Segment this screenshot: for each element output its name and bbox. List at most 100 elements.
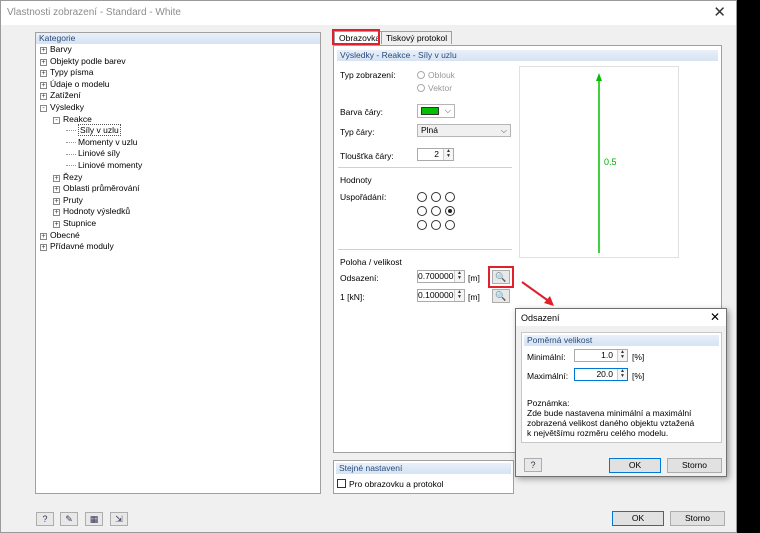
radio-vektor[interactable] xyxy=(417,84,425,92)
dialog-help-button[interactable]: ? xyxy=(524,458,542,472)
tree-item[interactable]: + Zatížení xyxy=(40,90,81,101)
spinner-icon[interactable]: ▲ ▼ xyxy=(617,369,627,380)
tree-item-label: Objekty podle barev xyxy=(50,55,126,66)
arrangement-radio[interactable] xyxy=(445,206,455,216)
defaults-button[interactable]: ▦ xyxy=(85,512,103,526)
tree-item[interactable]: Liniové momenty xyxy=(66,160,142,171)
line-width-label: Tloušťka čáry: xyxy=(340,151,394,161)
offset-unit: [m] xyxy=(468,273,480,283)
tree-item[interactable]: - Reakce xyxy=(53,114,92,125)
cancel-button[interactable]: Storno xyxy=(670,511,725,526)
expand-icon[interactable]: + xyxy=(40,70,47,78)
expand-icon[interactable]: + xyxy=(40,81,47,89)
tree-item[interactable]: - Výsledky xyxy=(40,102,84,113)
edit-button[interactable]: ✎ xyxy=(60,512,78,526)
tree-connector-icon xyxy=(66,130,76,132)
preview-value: 0.5 xyxy=(604,157,617,167)
expand-icon[interactable]: + xyxy=(40,58,47,66)
dialog-ok-button[interactable]: OK xyxy=(609,458,661,473)
dialog-cancel-button[interactable]: Storno xyxy=(667,458,722,473)
tree-connector-icon xyxy=(66,142,76,144)
same-settings-header: Stejné nastavení xyxy=(336,463,511,474)
expand-icon[interactable]: + xyxy=(40,244,47,252)
line-color-picker[interactable]: ⌵ xyxy=(417,104,455,118)
tree-item[interactable]: Síly v uzlu xyxy=(66,124,121,137)
force-scale-input[interactable]: 0.100000 ▲ ▼ xyxy=(417,289,465,302)
radio-oblouk[interactable] xyxy=(417,71,425,79)
spinner-icon[interactable]: ▲ ▼ xyxy=(454,271,464,282)
expand-icon[interactable]: + xyxy=(53,197,60,205)
tree-item[interactable]: + Barvy xyxy=(40,44,72,55)
export-button[interactable]: ⇲ xyxy=(110,512,128,526)
tree-item-label: Momenty v uzlu xyxy=(78,136,138,147)
highlight-tab-frame xyxy=(332,29,380,45)
expand-icon[interactable]: + xyxy=(53,186,60,194)
radio-vektor-label: Vektor xyxy=(428,83,453,93)
tree-item[interactable]: + Oblasti průměrování xyxy=(53,183,140,194)
tree-item[interactable]: + Řezy xyxy=(53,172,82,183)
help-icon: ? xyxy=(42,514,48,524)
spinner-icon[interactable]: ▲ ▼ xyxy=(443,149,453,160)
tree-item-label: Zatížení xyxy=(50,90,81,101)
expand-icon[interactable]: + xyxy=(40,47,47,54)
offset-dialog: Odsazení ✕ Poměrná velikost Minimální: 1… xyxy=(515,308,727,477)
line-width-value: 2 xyxy=(434,149,439,159)
force-label: 1 [kN]: xyxy=(340,292,365,302)
tree-item[interactable]: + Údaje o modelu xyxy=(40,79,110,90)
tree-item[interactable]: + Stupnice xyxy=(53,218,96,229)
dialog-title: Odsazení xyxy=(521,313,560,323)
expand-icon[interactable]: + xyxy=(53,174,60,182)
tree-item[interactable]: + Obecné xyxy=(40,230,80,241)
spinner-icon[interactable]: ▲ ▼ xyxy=(454,290,464,301)
chevron-down-icon: ⌵ xyxy=(444,106,451,115)
spinner-icon[interactable]: ▲ ▼ xyxy=(617,350,627,361)
tree-connector-icon xyxy=(66,153,76,155)
max-input[interactable]: 20.0 ▲ ▼ xyxy=(574,368,628,381)
min-input[interactable]: 1.0 ▲ ▼ xyxy=(574,349,628,362)
collapse-icon[interactable]: - xyxy=(40,105,47,112)
tree-item[interactable]: + Hodnoty výsledků xyxy=(53,206,130,217)
tree-item[interactable]: Liniové síly xyxy=(66,148,120,159)
arrangement-radio[interactable] xyxy=(417,206,427,216)
note-line-1: Zde bude nastavena minimální a maximální xyxy=(527,408,692,418)
tree-item-label: Liniové momenty xyxy=(78,160,143,170)
arrangement-label: Uspořádání: xyxy=(340,192,387,202)
offset-input[interactable]: 0.700000 ▲ ▼ xyxy=(417,270,465,283)
same-settings-checkbox[interactable] xyxy=(337,479,346,488)
max-value: 20.0 xyxy=(596,369,613,379)
expand-icon[interactable]: + xyxy=(40,93,47,101)
expand-icon[interactable]: + xyxy=(53,209,60,217)
section-header: Výsledky - Reakce - Síly v uzlu xyxy=(337,50,718,61)
zoom-icon: 🔍 xyxy=(495,291,507,301)
tree-item[interactable]: + Typy písma xyxy=(40,67,93,78)
tree-item[interactable]: + Přídavné moduly xyxy=(40,241,114,252)
arrangement-radio[interactable] xyxy=(431,220,441,230)
line-width-input[interactable]: 2 ▲ ▼ xyxy=(417,148,454,161)
arrangement-radio[interactable] xyxy=(445,192,455,202)
arrangement-radio[interactable] xyxy=(417,192,427,202)
min-value: 1.0 xyxy=(601,350,613,360)
max-unit: [%] xyxy=(632,371,645,381)
help-button[interactable]: ? xyxy=(36,512,54,526)
tab-tiskovy-protokol[interactable]: Tiskový protokol xyxy=(381,31,453,44)
tree-connector-icon xyxy=(66,165,76,167)
tree-item[interactable]: + Pruty xyxy=(53,195,83,206)
tree-item[interactable]: + Objekty podle barev xyxy=(40,56,126,67)
tree-item-label: Hodnoty výsledků xyxy=(63,206,131,217)
note-title: Poznámka: xyxy=(527,398,570,408)
arrangement-radio[interactable] xyxy=(417,220,427,230)
close-icon[interactable]: ✕ xyxy=(713,3,726,21)
min-unit: [%] xyxy=(632,352,645,362)
tree-item-label: Přídavné moduly xyxy=(50,241,114,252)
collapse-icon[interactable]: - xyxy=(53,116,60,124)
close-icon[interactable]: ✕ xyxy=(710,310,720,324)
expand-icon[interactable]: + xyxy=(53,221,60,228)
arrangement-radio[interactable] xyxy=(431,192,441,202)
arrangement-radio[interactable] xyxy=(445,220,455,230)
tree-item[interactable]: Momenty v uzlu xyxy=(66,137,138,148)
ok-button[interactable]: OK xyxy=(612,511,664,526)
force-settings-button[interactable]: 🔍 xyxy=(492,289,510,303)
expand-icon[interactable]: + xyxy=(40,232,47,240)
line-type-select[interactable]: Plná ⌵ xyxy=(417,124,511,137)
arrangement-radio[interactable] xyxy=(431,206,441,216)
